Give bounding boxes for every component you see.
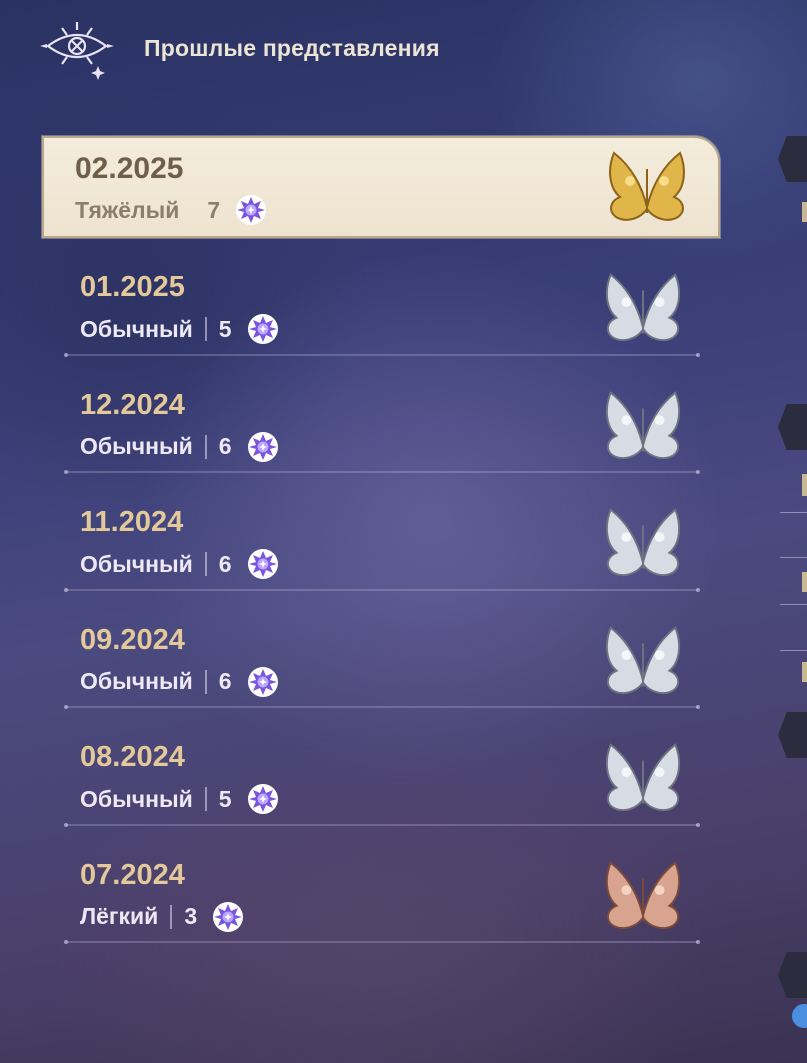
panel-divider: [780, 604, 807, 605]
silver-butterfly-medal-icon: [599, 268, 687, 348]
entry-meta: Обычный 6: [80, 430, 280, 464]
panel-accent: [802, 572, 807, 592]
page-title: Прошлые представления: [144, 34, 440, 61]
star-badge-icon: [246, 665, 280, 699]
past-performances-list: 02.2025 Тяжёлый 7 01.2025 Обычный 5 12.2…: [42, 136, 720, 944]
meta-separator: [204, 787, 207, 811]
silver-butterfly-medal-icon: [599, 386, 687, 466]
divider: [64, 940, 700, 944]
entry-difficulty: Обычный: [80, 315, 193, 342]
meta-separator: [204, 317, 207, 341]
panel-divider: [780, 650, 807, 651]
star-badge-icon: [246, 312, 280, 346]
star-badge-icon: [246, 430, 280, 464]
meta-separator: [204, 434, 207, 459]
entry-meta: Обычный 6: [80, 665, 280, 699]
meta-separator: [204, 552, 207, 576]
entry-meta: Обычный 5: [80, 782, 280, 816]
entry-meta: Тяжёлый 7: [75, 193, 268, 227]
list-item[interactable]: 12.2024 Обычный 6: [42, 356, 720, 474]
meta-separator: [204, 669, 207, 694]
panel-accent: [802, 662, 807, 682]
entry-meta: Лёгкий 3: [80, 900, 245, 934]
info-badge-icon[interactable]: [792, 1004, 807, 1028]
list-item[interactable]: 07.2024 Лёгкий 3: [42, 826, 720, 944]
entry-difficulty: Обычный: [80, 785, 193, 812]
entry-meta: Обычный 6: [80, 547, 280, 581]
panel-accent: [802, 474, 807, 496]
entry-date: 02.2025: [75, 152, 184, 185]
entry-difficulty: Обычный: [80, 668, 193, 694]
silver-butterfly-medal-icon: [599, 621, 687, 701]
entry-stars: 5: [218, 785, 232, 812]
entry-difficulty: Тяжёлый: [75, 196, 180, 223]
gold-butterfly-medal-icon: [602, 146, 692, 228]
panel-divider: [780, 512, 807, 513]
entry-date: 01.2025: [80, 271, 185, 303]
entry-difficulty: Обычный: [80, 433, 193, 459]
panel-section-tab: [778, 952, 807, 998]
entry-date: 08.2024: [80, 741, 185, 773]
panel-section-tab: [778, 136, 807, 182]
entry-date: 12.2024: [80, 388, 185, 421]
list-item[interactable]: 01.2025 Обычный 5: [42, 238, 720, 357]
entry-stars: 6: [218, 668, 232, 694]
list-item[interactable]: 11.2024 Обычный 6: [42, 473, 720, 592]
eye-star-emblem-icon: [40, 22, 114, 80]
star-badge-icon: [246, 547, 280, 581]
entry-date: 07.2024: [80, 858, 185, 891]
list-item[interactable]: 08.2024 Обычный 5: [42, 708, 720, 827]
entry-date: 09.2024: [80, 623, 185, 656]
entry-meta: Обычный 5: [80, 312, 280, 346]
bronze-butterfly-medal-icon: [599, 856, 687, 936]
panel-section-tab: [778, 404, 807, 450]
page-header: Прошлые представления: [40, 16, 440, 80]
entry-stars: 5: [218, 315, 232, 342]
silver-butterfly-medal-icon: [599, 738, 687, 818]
detail-panel-edge: [778, 0, 807, 1063]
meta-separator: [170, 904, 173, 929]
entry-difficulty: Лёгкий: [80, 903, 159, 929]
list-item[interactable]: 09.2024 Обычный 6: [42, 591, 720, 709]
list-item[interactable]: 02.2025 Тяжёлый 7: [42, 136, 720, 238]
panel-divider: [780, 557, 807, 558]
star-badge-icon: [246, 782, 280, 816]
entry-stars: 6: [218, 550, 232, 577]
entry-date: 11.2024: [80, 506, 184, 538]
panel-accent: [802, 202, 807, 222]
star-badge-icon: [211, 900, 245, 934]
entry-stars: 3: [184, 903, 198, 929]
panel-section-tab: [778, 712, 807, 758]
entry-stars: 6: [218, 433, 232, 459]
entry-difficulty: Обычный: [80, 550, 193, 577]
star-badge-icon: [234, 193, 268, 227]
silver-butterfly-medal-icon: [599, 503, 687, 583]
entry-stars: 7: [207, 196, 221, 223]
